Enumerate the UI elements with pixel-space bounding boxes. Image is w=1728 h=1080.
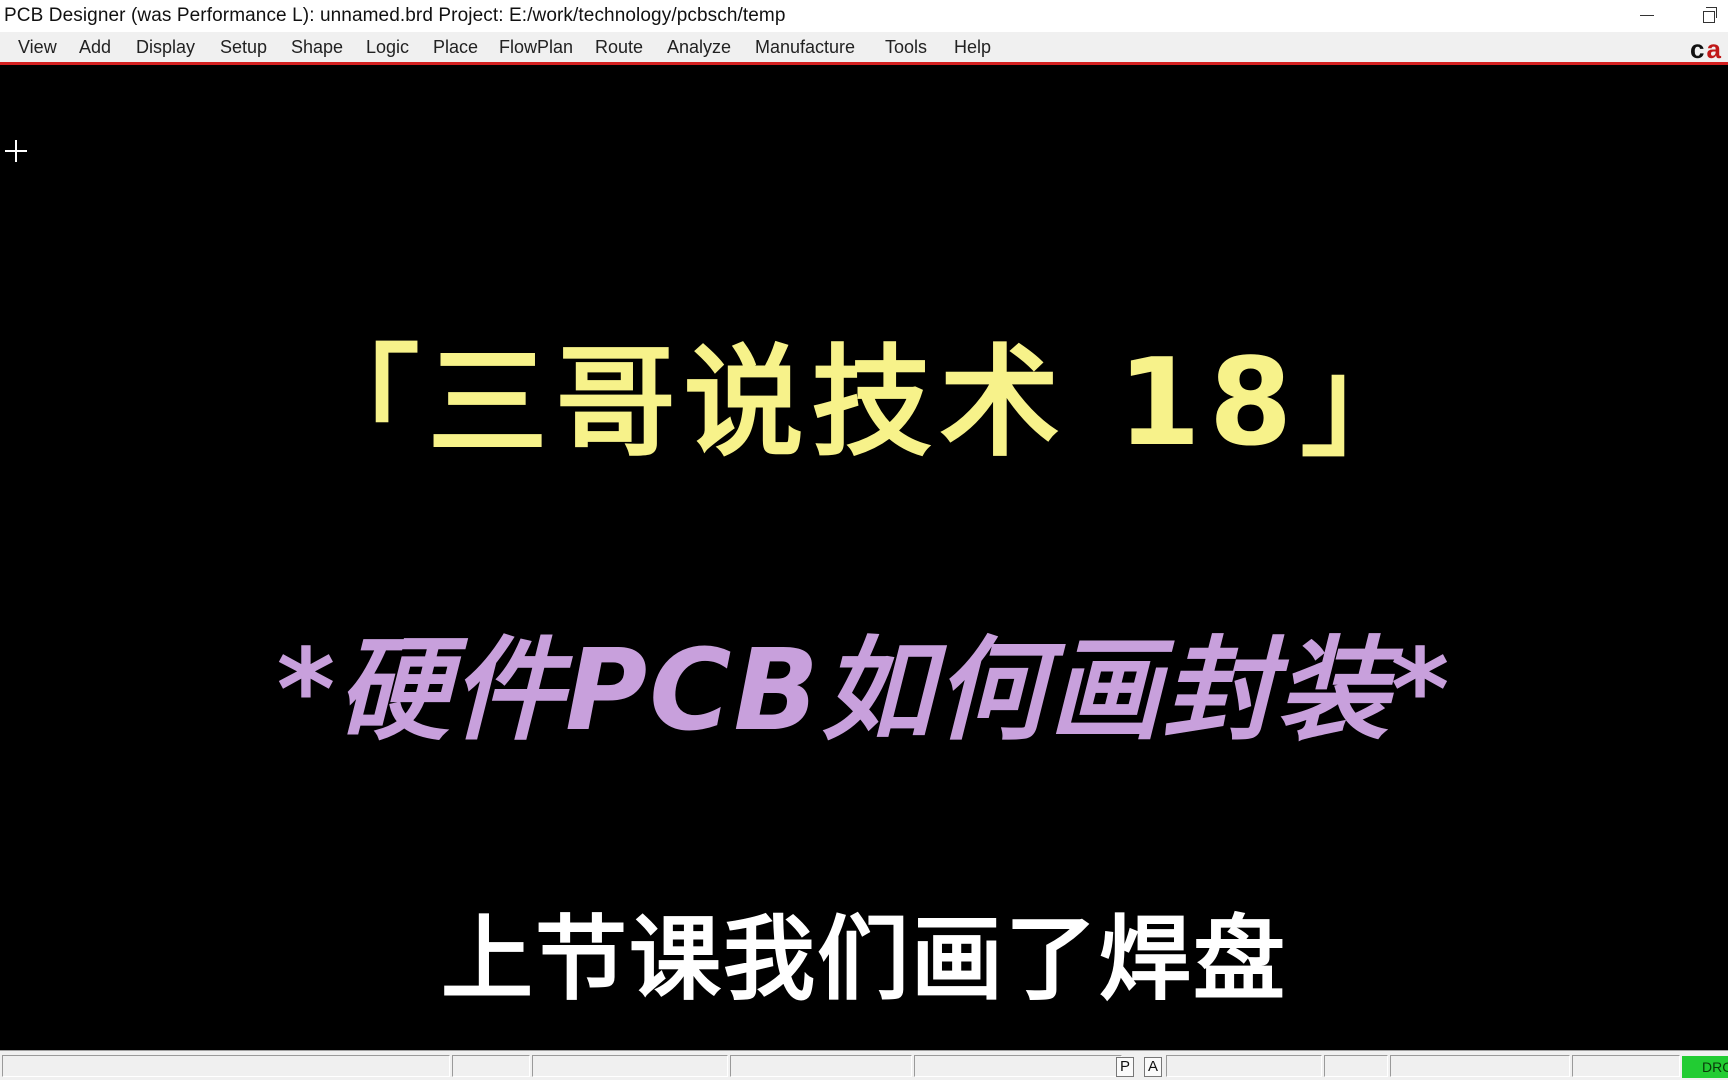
menu-manufacture[interactable]: Manufacture	[755, 37, 855, 58]
menu-logic[interactable]: Logic	[366, 37, 409, 58]
status-field-7	[1390, 1055, 1570, 1077]
status-field-3	[730, 1055, 912, 1077]
status-field-6	[1324, 1055, 1388, 1077]
restore-button[interactable]	[1690, 0, 1728, 32]
menu-tools[interactable]: Tools	[885, 37, 927, 58]
brand-logo: ca	[1690, 34, 1723, 64]
menu-add[interactable]: Add	[79, 37, 111, 58]
menu-route[interactable]: Route	[595, 37, 643, 58]
menu-view[interactable]: View	[18, 37, 57, 58]
crosshair-icon	[5, 140, 27, 162]
menu-analyze[interactable]: Analyze	[667, 37, 731, 58]
status-field-8	[1572, 1055, 1680, 1077]
menu-shape[interactable]: Shape	[291, 37, 343, 58]
caption-subtitle: 上节课我们画了焊盘	[438, 904, 1287, 1016]
design-canvas[interactable]: 「三哥说技术 18」 *硬件PCB如何画封装* 上节课我们画了焊盘	[0, 65, 1728, 1050]
menu-bar: View Add Display Setup Shape Logic Place…	[0, 32, 1728, 65]
window-title: PCB Designer (was Performance L): unname…	[4, 5, 786, 26]
caption-series-title: 「三哥说技术 18」	[299, 334, 1429, 473]
menu-place[interactable]: Place	[433, 37, 478, 58]
status-field-5	[1166, 1055, 1322, 1077]
status-field-command	[2, 1055, 450, 1077]
drc-status-badge[interactable]: DRC	[1682, 1056, 1728, 1078]
minimize-button[interactable]	[1628, 0, 1668, 32]
caption-topic: *硬件PCB如何画封装*	[276, 626, 1452, 756]
menu-help[interactable]: Help	[954, 37, 991, 58]
status-bar: P A DRC	[0, 1050, 1728, 1080]
restore-icon	[1703, 7, 1717, 23]
status-field-4	[914, 1055, 1122, 1077]
status-field-1	[452, 1055, 530, 1077]
menu-flowplan[interactable]: FlowPlan	[499, 37, 573, 58]
menu-setup[interactable]: Setup	[220, 37, 267, 58]
status-p-button[interactable]: P	[1116, 1057, 1134, 1077]
title-bar: PCB Designer (was Performance L): unname…	[0, 0, 1728, 32]
status-a-button[interactable]: A	[1144, 1057, 1162, 1077]
status-field-2	[532, 1055, 728, 1077]
menu-display[interactable]: Display	[136, 37, 195, 58]
minimize-icon	[1640, 15, 1654, 16]
